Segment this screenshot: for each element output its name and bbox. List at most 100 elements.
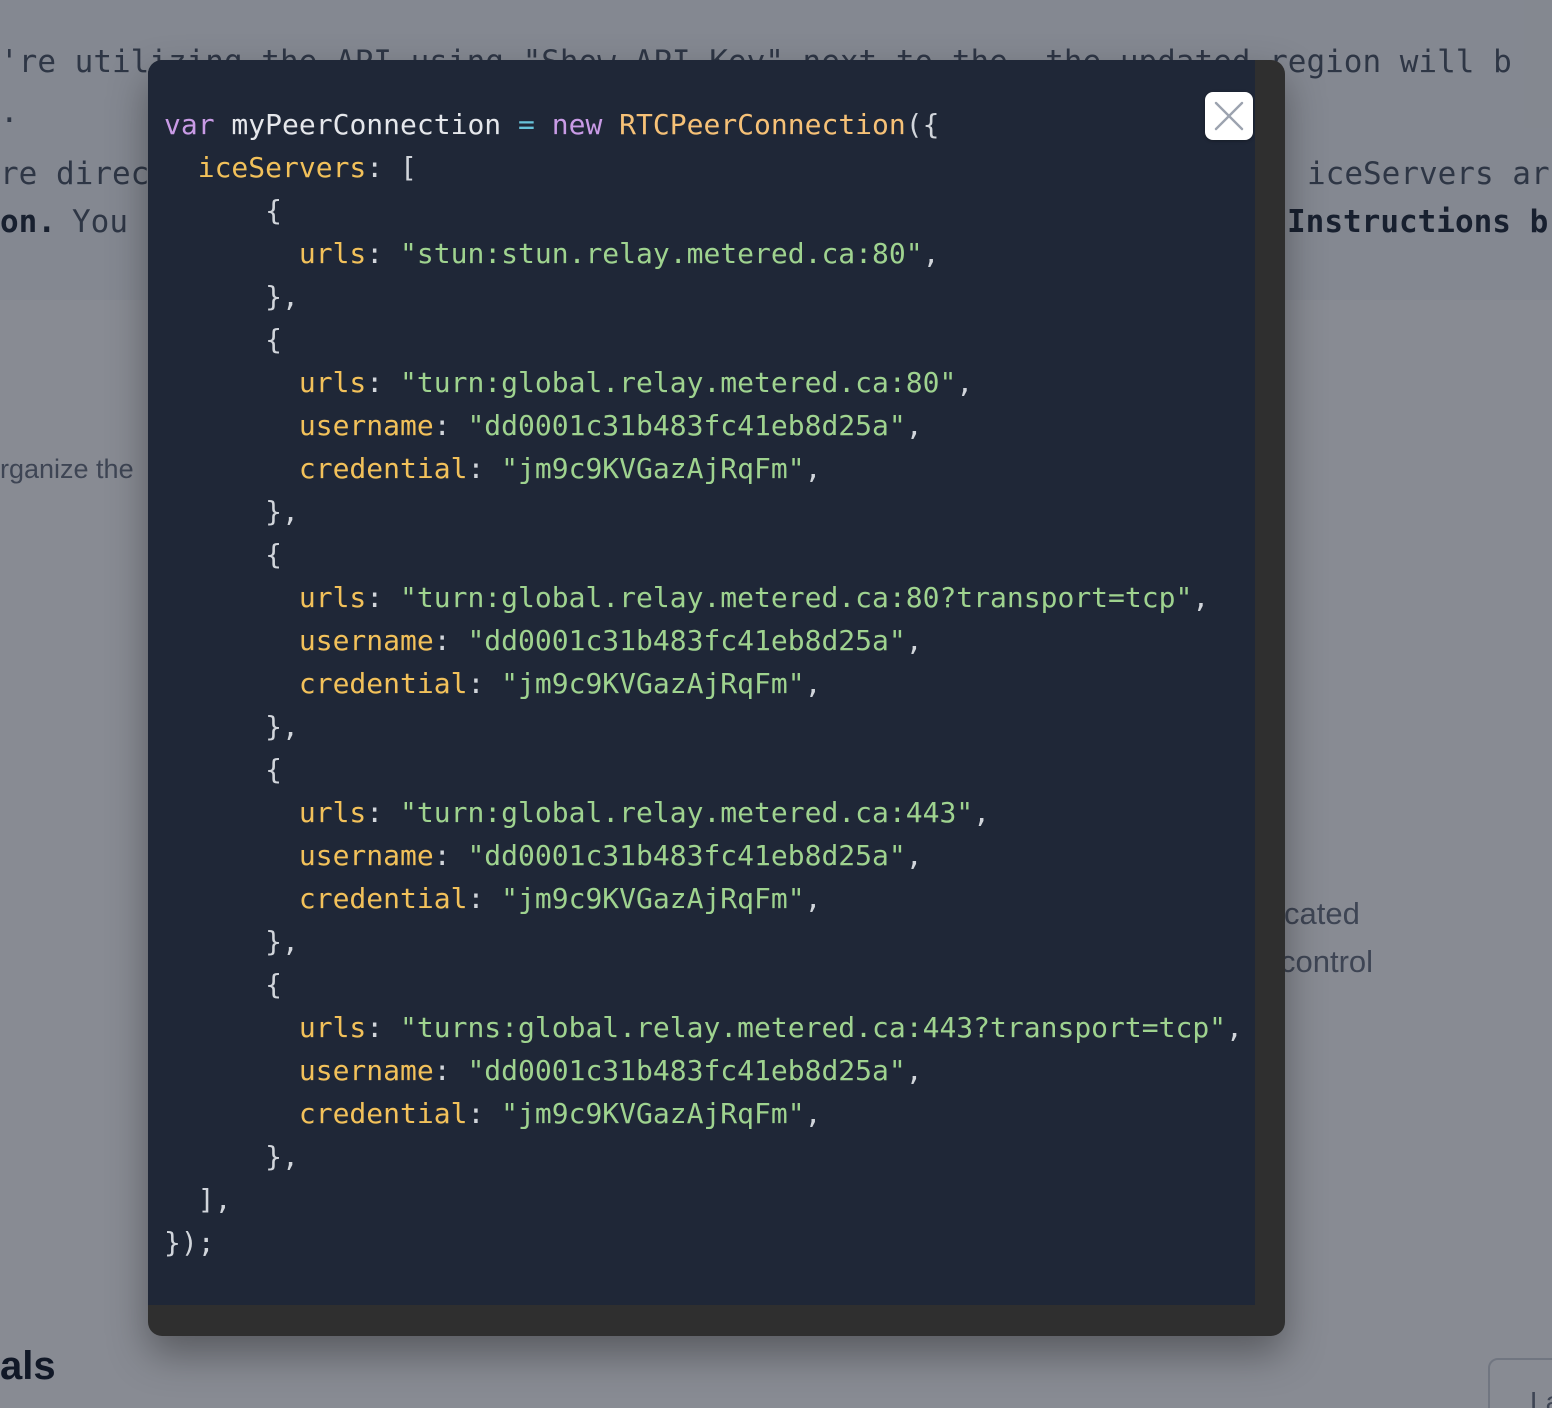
code-token-punc: , bbox=[905, 839, 923, 872]
code-token-op: = bbox=[518, 108, 535, 141]
code-token-punc: , bbox=[804, 667, 822, 700]
code-token-punc: { bbox=[265, 968, 283, 1001]
code-token-punc: }, bbox=[265, 280, 299, 313]
code-token-prop: credential bbox=[298, 452, 468, 485]
code-token-punc: : bbox=[467, 667, 502, 700]
code-token-punc: , bbox=[956, 366, 974, 399]
code-token-punc: : bbox=[433, 839, 468, 872]
code-token-str: "jm9c9KVGazAjRqFm" bbox=[501, 882, 805, 915]
code-line: urls: "turns:global.relay.metered.ca:443… bbox=[164, 1006, 1243, 1049]
code-token-prop: username bbox=[298, 839, 434, 872]
code-line: username: "dd0001c31b483fc41eb8d25a", bbox=[164, 404, 1243, 447]
code-line: credential: "jm9c9KVGazAjRqFm", bbox=[164, 1092, 1243, 1135]
code-line: urls: "stun:stun.relay.metered.ca:80", bbox=[164, 232, 1243, 275]
code-token-punc: }, bbox=[265, 495, 299, 528]
code-line: { bbox=[164, 533, 1243, 576]
code-line: { bbox=[164, 748, 1243, 791]
code-token-punc: ], bbox=[197, 1183, 232, 1216]
code-token-punc: , bbox=[922, 237, 940, 270]
code-token-punc: { bbox=[265, 753, 283, 786]
code-token-prop: credential bbox=[298, 882, 468, 915]
code-token-punc: : bbox=[433, 624, 468, 657]
code-token-punc: , bbox=[905, 624, 923, 657]
code-line: username: "dd0001c31b483fc41eb8d25a", bbox=[164, 834, 1243, 877]
code-token-plain: myPeerConnection bbox=[214, 108, 519, 141]
code-token-punc: : bbox=[467, 1097, 502, 1130]
code-token-punc: , bbox=[1226, 1011, 1243, 1044]
code-token-prop: iceServers bbox=[197, 151, 367, 184]
code-line: { bbox=[164, 189, 1243, 232]
code-token-punc: }, bbox=[265, 710, 299, 743]
code-token-prop: username bbox=[298, 624, 434, 657]
code-token-punc: , bbox=[804, 452, 822, 485]
code-token-prop: urls bbox=[298, 1011, 367, 1044]
code-token-str: "dd0001c31b483fc41eb8d25a" bbox=[467, 624, 906, 657]
code-token-punc: : bbox=[366, 366, 401, 399]
code-token-punc: , bbox=[905, 1054, 923, 1087]
code-token-punc: , bbox=[973, 796, 991, 829]
code-token-prop: urls bbox=[298, 366, 367, 399]
code-token-punc: : bbox=[366, 581, 401, 614]
code-token-str: "dd0001c31b483fc41eb8d25a" bbox=[467, 409, 906, 442]
code-line: { bbox=[164, 963, 1243, 1006]
close-icon bbox=[1214, 101, 1244, 131]
code-token-punc: , bbox=[804, 882, 822, 915]
code-content: var myPeerConnection = new RTCPeerConnec… bbox=[164, 103, 1243, 1264]
code-line: ], bbox=[164, 1178, 1243, 1221]
code-token-punc: , bbox=[1192, 581, 1210, 614]
code-token-str: "turns:global.relay.metered.ca:443?trans… bbox=[400, 1011, 1227, 1044]
code-token-punc: , bbox=[905, 409, 923, 442]
code-line: }, bbox=[164, 490, 1243, 533]
code-line: { bbox=[164, 318, 1243, 361]
code-line: }, bbox=[164, 1135, 1243, 1178]
code-line: }, bbox=[164, 920, 1243, 963]
code-token-fn: RTCPeerConnection bbox=[619, 108, 906, 141]
code-token-str: "turn:global.relay.metered.ca:443" bbox=[400, 796, 974, 829]
code-line: var myPeerConnection = new RTCPeerConnec… bbox=[164, 103, 1243, 146]
code-token-punc: : bbox=[366, 237, 401, 270]
code-token-punc: : bbox=[433, 1054, 468, 1087]
code-token-prop: username bbox=[298, 1054, 434, 1087]
code-token-prop: credential bbox=[298, 667, 468, 700]
code-token-str: "dd0001c31b483fc41eb8d25a" bbox=[467, 839, 906, 872]
code-line: credential: "jm9c9KVGazAjRqFm", bbox=[164, 662, 1243, 705]
code-token-str: "jm9c9KVGazAjRqFm" bbox=[501, 452, 805, 485]
code-line: credential: "jm9c9KVGazAjRqFm", bbox=[164, 447, 1243, 490]
code-token-str: "jm9c9KVGazAjRqFm" bbox=[501, 667, 805, 700]
code-token-punc: : bbox=[366, 796, 401, 829]
code-line: urls: "turn:global.relay.metered.ca:443"… bbox=[164, 791, 1243, 834]
code-token-prop: urls bbox=[298, 796, 367, 829]
code-token-punc: , bbox=[804, 1097, 822, 1130]
close-button[interactable] bbox=[1205, 92, 1253, 140]
code-token-punc: : [ bbox=[366, 151, 417, 184]
code-token-str: "dd0001c31b483fc41eb8d25a" bbox=[467, 1054, 906, 1087]
code-line: urls: "turn:global.relay.metered.ca:80?t… bbox=[164, 576, 1243, 619]
code-token-str: "turn:global.relay.metered.ca:80?transpo… bbox=[400, 581, 1193, 614]
code-token-prop: credential bbox=[298, 1097, 468, 1130]
code-line: credential: "jm9c9KVGazAjRqFm", bbox=[164, 877, 1243, 920]
code-token-kw: var bbox=[164, 108, 215, 141]
code-line: username: "dd0001c31b483fc41eb8d25a", bbox=[164, 619, 1243, 662]
